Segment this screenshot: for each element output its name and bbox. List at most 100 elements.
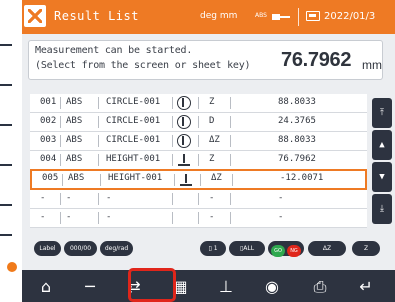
export-icon[interactable]: ⎙ [302, 273, 338, 301]
minus-icon[interactable]: ─ [72, 273, 108, 301]
tolerance-icon[interactable]: ⊥ [208, 273, 244, 301]
column-divider [98, 154, 99, 166]
z-chip[interactable]: Z [352, 241, 380, 256]
one-chip[interactable]: ▯ 1 [200, 241, 226, 256]
row-number: 004 [40, 154, 57, 164]
row-abs: ABS [66, 116, 83, 126]
abs-indicator: ABS [255, 12, 267, 19]
delta-z-chip[interactable]: ΔZ [308, 241, 346, 256]
rail-tick [0, 44, 12, 46]
column-divider [98, 212, 99, 224]
ng-badge: NG [287, 245, 301, 257]
up-icon[interactable]: ▲ [372, 130, 392, 160]
column-divider [230, 116, 231, 128]
row-abs: ABS [66, 154, 83, 164]
title-bar: Result List deg mm ABS 2022/01/3 [22, 0, 395, 34]
angle-unit-chip[interactable]: deg/rad [100, 241, 133, 256]
column-divider [232, 174, 233, 186]
row-value: 76.7962 [278, 154, 316, 164]
one-label: 1 [213, 245, 218, 252]
divider [298, 8, 299, 26]
table-row[interactable]: 002 ABS CIRCLE-001 D 24.3765 [30, 113, 367, 132]
rail-tick [0, 164, 12, 166]
column-divider [100, 174, 101, 186]
column-divider [198, 193, 199, 205]
circle-icon [177, 134, 191, 148]
rail-tick [0, 204, 12, 206]
row-value: - [278, 193, 284, 203]
window-title: Result List [54, 9, 139, 23]
message-line-1: Measurement can be started. [35, 45, 193, 56]
column-divider [230, 97, 231, 109]
table-row[interactable]: ----- [30, 209, 367, 228]
column-divider [198, 154, 199, 166]
go-ng-icon[interactable]: ◉ [254, 273, 290, 301]
column-divider [172, 97, 173, 109]
result-panel: Measurement can be started. (Select from… [22, 34, 395, 302]
table-row[interactable]: ----- [30, 190, 367, 209]
table-row[interactable]: 003 ABS CIRCLE-001 ΔZ 88.8033 [30, 132, 367, 151]
height-icon [177, 153, 191, 167]
column-divider [60, 97, 61, 109]
column-divider [198, 97, 199, 109]
column-divider [60, 135, 61, 147]
table-row[interactable]: 004 ABS HEIGHT-001 Z 76.7962 [30, 151, 367, 170]
row-feature: - [106, 212, 112, 222]
label-chip[interactable]: Label [34, 241, 61, 256]
column-divider [230, 154, 231, 166]
circle-icon [177, 115, 191, 129]
row-type: - [209, 212, 215, 222]
all-chip[interactable]: ▯ALL [229, 241, 265, 256]
row-abs: - [66, 193, 72, 203]
page-down-icon[interactable]: ⤓ [372, 194, 392, 224]
column-divider [230, 193, 231, 205]
bottom-toolbar: ⌂ ─ ⇄ ▦ ⊥ ◉ ⎙ ↵ [22, 270, 395, 302]
row-feature: CIRCLE-001 [106, 97, 161, 107]
highlight-box [128, 268, 176, 302]
row-feature: CIRCLE-001 [106, 116, 161, 126]
row-type: - [209, 193, 215, 203]
return-icon[interactable]: ↵ [348, 273, 384, 301]
row-number: 001 [40, 97, 57, 107]
column-divider [98, 116, 99, 128]
go-badge: GO [271, 245, 285, 257]
row-type: ΔZ [211, 173, 222, 183]
down-icon[interactable]: ▼ [372, 162, 392, 192]
page-up-icon[interactable]: ⤒ [372, 98, 392, 128]
column-divider [230, 212, 231, 224]
row-type: ΔZ [209, 135, 220, 145]
rail-tick [0, 234, 12, 236]
row-feature: - [106, 193, 112, 203]
go-ng-chip[interactable]: GO NG [268, 241, 304, 257]
column-divider [60, 116, 61, 128]
message-line-2: (Select from the screen or sheet key) [35, 60, 251, 71]
row-feature: HEIGHT-001 [108, 173, 163, 183]
row-number: 005 [42, 173, 59, 183]
column-divider [172, 193, 173, 205]
row-value: -12.0071 [280, 173, 324, 183]
row-feature: HEIGHT-001 [106, 154, 161, 164]
device-screen: Result List deg mm ABS 2022/01/3 Measure… [22, 0, 395, 302]
home-icon[interactable]: ⌂ [28, 273, 64, 301]
trash-icon: ▯ [208, 245, 212, 252]
row-number: 002 [40, 116, 57, 126]
column-divider [62, 174, 63, 186]
column-divider [98, 135, 99, 147]
column-divider [60, 154, 61, 166]
table-row[interactable]: 001 ABS CIRCLE-001 Z 88.8033 [30, 94, 367, 113]
row-feature: CIRCLE-001 [106, 135, 161, 145]
rail-tick [0, 124, 12, 126]
row-number: - [40, 212, 46, 222]
column-divider [98, 97, 99, 109]
battery-icon [306, 11, 320, 21]
column-divider [98, 193, 99, 205]
row-abs: ABS [66, 97, 83, 107]
close-icon[interactable] [24, 5, 46, 27]
column-divider [60, 212, 61, 224]
row-type: D [209, 116, 215, 126]
column-divider [200, 174, 201, 186]
table-row[interactable]: 005 ABS HEIGHT-001 ΔZ -12.0071 [30, 169, 367, 190]
row-number: 003 [40, 135, 57, 145]
measured-value: 76.7962 [281, 49, 352, 71]
count-chip[interactable]: 000/00 [64, 241, 97, 256]
